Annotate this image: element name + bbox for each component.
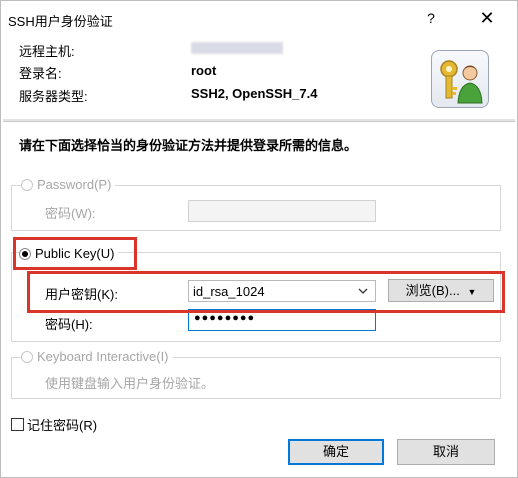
remember-password-checkbox[interactable]: 记住密码(R) (11, 415, 97, 434)
password-field[interactable] (188, 200, 376, 222)
login-label: 登录名: (19, 66, 62, 81)
user-key-value: id_rsa_1024 (193, 284, 265, 299)
chevron-down-icon (357, 283, 369, 302)
dropdown-arrow-icon: ▼ (467, 287, 477, 297)
close-button[interactable]: ✕ (474, 7, 500, 29)
passphrase-label: 密码(H): (45, 317, 93, 332)
divider (3, 119, 515, 122)
help-button[interactable]: ? (420, 7, 442, 29)
keyboard-radio[interactable]: Keyboard Interactive(I) (21, 349, 173, 364)
remember-label: 记住密码(R) (27, 418, 98, 433)
passphrase-value: ●●●●●●●● (194, 312, 256, 324)
remember-checkbox-box[interactable] (11, 418, 24, 431)
publickey-radio[interactable]: Public Key(U) (19, 246, 119, 261)
window-title: SSH用户身份验证 (8, 14, 113, 29)
password-radio[interactable]: Password(P) (21, 177, 116, 192)
server-type-label: 服务器类型: (19, 89, 88, 104)
login-value: root (191, 63, 217, 78)
password-label: 密码(W): (45, 206, 96, 221)
passphrase-field[interactable]: ●●●●●●●● (188, 309, 376, 331)
keyboard-radio-label: Keyboard Interactive(I) (37, 349, 169, 364)
cancel-button[interactable]: 取消 (397, 439, 495, 465)
user-key-label: 用户密钥(K): (45, 287, 118, 302)
keyboard-radio-dot (21, 350, 33, 363)
password-radio-label: Password(P) (37, 177, 112, 192)
keyboard-description: 使用键盘输入用户身份验证。 (45, 376, 215, 391)
user-key-select[interactable]: id_rsa_1024 (188, 280, 376, 302)
password-radio-dot (21, 178, 33, 191)
ssh-auth-dialog: SSH用户身份验证 ? ✕ 远程主机: 登录名: root 服务器类型: SSH… (0, 0, 518, 478)
publickey-radio-dot (19, 247, 31, 260)
title-bar: SSH用户身份验证 ? ✕ (2, 2, 516, 34)
browse-button[interactable]: 浏览(B)... ▼ (388, 279, 494, 302)
publickey-radio-label: Public Key(U) (35, 246, 115, 261)
server-type-value: SSH2, OpenSSH_7.4 (191, 86, 318, 101)
remote-host-value-masked (191, 42, 283, 54)
ok-button[interactable]: 确定 (288, 439, 384, 465)
instruction-text: 请在下面选择恰当的身份验证方法并提供登录所需的信息。 (19, 138, 358, 153)
keys-user-icon (431, 50, 489, 108)
remote-host-label: 远程主机: (19, 44, 75, 59)
